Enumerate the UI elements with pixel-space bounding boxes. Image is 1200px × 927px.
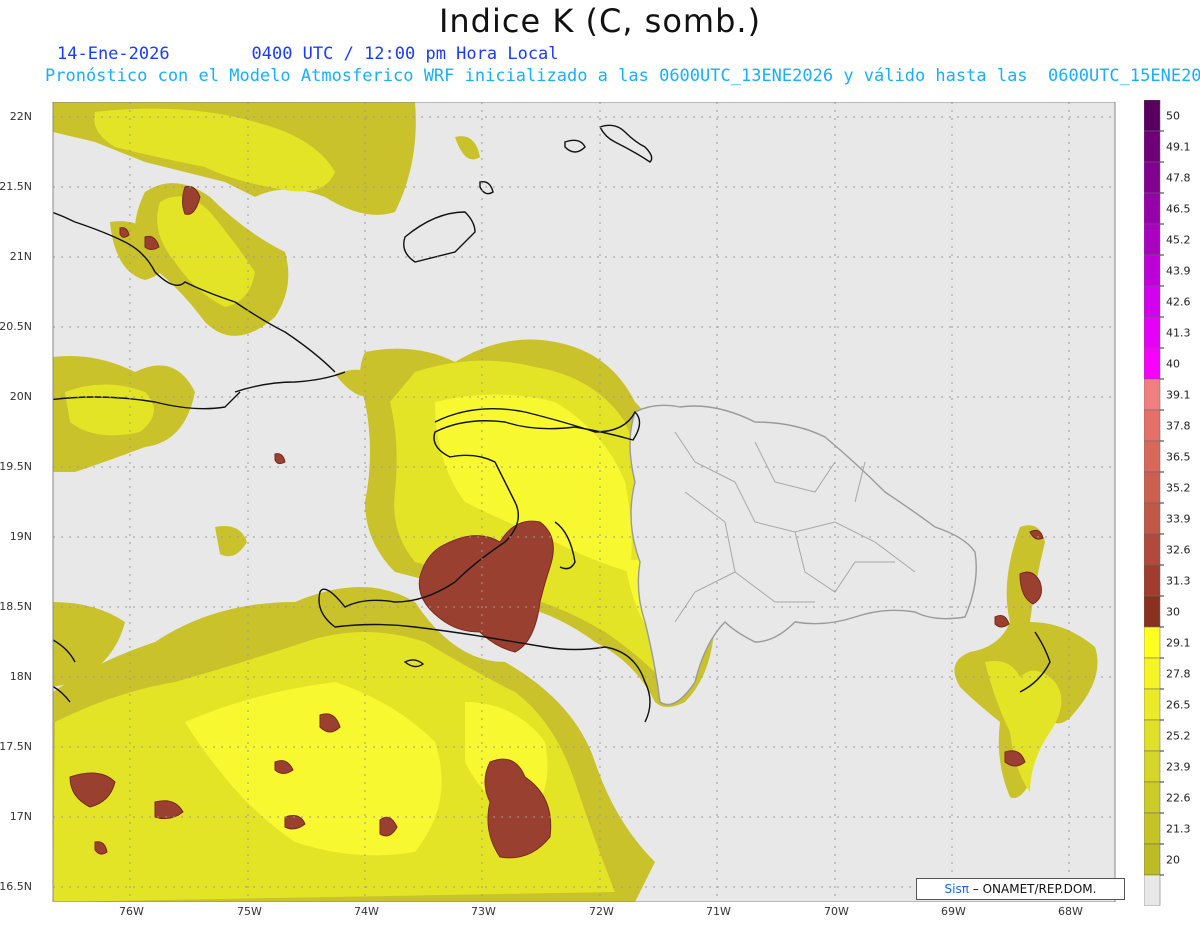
credit-brand: Sisπ	[944, 882, 969, 896]
lon-label: 73W	[471, 905, 496, 918]
lon-label: 75W	[237, 905, 262, 918]
lat-label: 20.5N	[0, 320, 32, 333]
legend-swatch	[1143, 471, 1161, 504]
credit-box: Sisπ – ONAMET/REP.DOM.	[916, 878, 1125, 900]
legend-label: 22.6	[1166, 792, 1191, 805]
latitude-axis: 22N 21.5N 21N 20.5N 20N 19.5N 19N 18.5N …	[0, 102, 34, 902]
legend-swatch	[1143, 812, 1161, 845]
legend-label: 36.5	[1166, 451, 1191, 464]
legend-label: 39.1	[1166, 389, 1191, 402]
lon-label: 76W	[119, 905, 144, 918]
legend-label: 20	[1166, 854, 1180, 867]
legend-label: 23.9	[1166, 761, 1191, 774]
legend-swatch	[1143, 626, 1161, 659]
legend-label: 46.5	[1166, 203, 1191, 216]
lon-label: 71W	[706, 905, 731, 918]
forecast-time: 0400 UTC / 12:00 pm Hora Local	[251, 44, 559, 64]
lat-label: 22N	[9, 110, 32, 123]
lon-label: 68W	[1058, 905, 1083, 918]
legend-label: 40	[1166, 358, 1180, 371]
legend-swatch	[1143, 316, 1161, 349]
legend-swatch	[1143, 161, 1161, 194]
legend-swatch	[1143, 347, 1161, 380]
legend-label: 37.8	[1166, 420, 1191, 433]
lon-label: 74W	[354, 905, 379, 918]
legend-swatch	[1143, 409, 1161, 442]
legend-swatch	[1143, 285, 1161, 318]
lat-label: 19N	[9, 530, 32, 543]
legend-label: 26.5	[1166, 699, 1191, 712]
lat-label: 17N	[9, 810, 32, 823]
legend-swatch	[1143, 378, 1161, 411]
lat-label: 21.5N	[0, 180, 32, 193]
legend-swatch	[1143, 750, 1161, 783]
lat-label: 16.5N	[0, 880, 32, 893]
legend-label: 29.1	[1166, 637, 1191, 650]
legend-label: 50	[1166, 110, 1180, 123]
legend-swatch	[1143, 440, 1161, 473]
lon-label: 72W	[589, 905, 614, 918]
legend-bar: 50 49.1 47.8 46.5 45.2 43.9 42.6 41.3 40 39.1 37.8…	[1143, 99, 1191, 907]
legend-label: 42.6	[1166, 296, 1191, 309]
forecast-date: 14-Ene-2026	[57, 44, 170, 64]
legend-label: 43.9	[1166, 265, 1191, 278]
legend-swatch	[1143, 254, 1161, 287]
lon-label: 69W	[941, 905, 966, 918]
legend-label: 45.2	[1166, 234, 1191, 247]
map-canvas: 22N	[5, 101, 1116, 903]
legend-label: 27.8	[1166, 668, 1191, 681]
legend-label: 47.8	[1166, 172, 1191, 185]
legend-swatch	[1143, 192, 1161, 225]
lon-label: 70W	[824, 905, 849, 918]
lat-label: 20N	[9, 390, 32, 403]
legend-swatch	[1143, 781, 1161, 814]
legend-swatch	[1143, 223, 1161, 256]
color-legend: 50 49.1 47.8 46.5 45.2 43.9 42.6 41.3 40 39.1 37.8…	[1143, 99, 1200, 907]
legend-label: 49.1	[1166, 141, 1191, 154]
legend-swatch	[1143, 564, 1161, 597]
lat-label: 21N	[9, 250, 32, 263]
lat-label: 18.5N	[0, 600, 32, 613]
legend-label: 41.3	[1166, 327, 1191, 340]
legend-swatch	[1143, 719, 1161, 752]
legend-swatch	[1143, 843, 1161, 876]
legend-label: 32.6	[1166, 544, 1191, 557]
legend-swatch	[1143, 874, 1161, 907]
legend-swatch	[1143, 688, 1161, 721]
legend-label: 35.2	[1166, 482, 1191, 495]
legend-label: 30	[1166, 606, 1180, 619]
lat-label: 17.5N	[0, 740, 32, 753]
legend-label: 21.3	[1166, 823, 1191, 836]
legend-label: 31.3	[1166, 575, 1191, 588]
forecast-map[interactable]: 22N 22N 21.5N 21N 20.5N 20N 19.5N 19N 18…	[0, 101, 1125, 918]
legend-swatch	[1143, 533, 1161, 566]
legend-swatch	[1143, 657, 1161, 690]
legend-swatch	[1143, 502, 1161, 535]
legend-swatch	[1143, 99, 1161, 132]
map-title: Indice K (C, somb.)	[438, 2, 762, 40]
valid-time-line: 14-Ene-2026 0400 UTC / 12:00 pm Hora Loc…	[57, 44, 559, 64]
credit-text: – ONAMET/REP.DOM.	[972, 882, 1097, 896]
lat-label: 18N	[9, 670, 32, 683]
legend-label: 25.2	[1166, 730, 1191, 743]
lat-label: 19.5N	[0, 460, 32, 473]
longitude-axis: 76W 75W 74W 73W 72W 71W 70W 69W 68W	[35, 905, 1125, 921]
legend-swatch	[1143, 595, 1161, 628]
legend-swatch	[1143, 130, 1161, 163]
legend-label: 33.9	[1166, 513, 1191, 526]
model-run-line: Pronóstico con el Modelo Atmosferico WRF…	[45, 66, 1200, 86]
